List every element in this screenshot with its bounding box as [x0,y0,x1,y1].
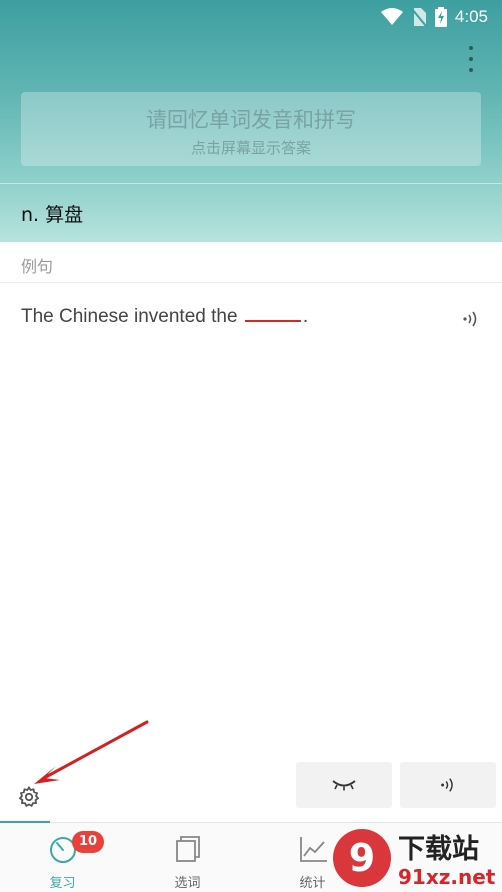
dot-icon [469,57,473,61]
header-divider [0,183,502,184]
stats-chart-icon [300,837,327,862]
nav-label-review: 复习 [49,876,76,891]
example-sentence: The Chinese invented the . [21,304,308,328]
sentence-text-before: The Chinese invented the [21,306,243,327]
eye-closed-icon [332,780,356,791]
recall-prompt-card[interactable]: 请回忆单词发音和拼写 点击屏幕显示答案 [21,92,481,166]
status-bar: 4:05 [0,0,502,34]
nav-item-review[interactable]: 10 复习 [0,823,125,892]
overflow-menu-button[interactable] [460,44,482,74]
play-pronunciation-button[interactable] [400,762,496,808]
no-sim-icon [411,8,427,27]
sentence-text-after: . [302,306,309,327]
dot-icon [469,46,473,50]
sentence-speaker-icon[interactable] [461,309,481,329]
watermark-logo-icon: 9 下载站 91xz.net [333,829,496,889]
site-watermark: 9 下载站 91xz.net [332,826,502,892]
nav-label-select-words: 选词 [174,876,201,891]
watermark-brand: 下载站 [398,834,479,865]
annotation-arrow-icon [34,720,149,784]
word-blank [244,304,301,322]
nav-item-select-words[interactable]: 选词 [125,823,250,892]
status-time: 4:05 [454,7,488,26]
speaker-icon [441,778,453,792]
section-divider [0,282,502,283]
watermark-logo-text: 9 [349,836,375,880]
hide-answer-button[interactable] [296,762,392,808]
word-definition: n. 算盘 [21,204,84,226]
dot-icon [469,68,473,72]
review-count-badge: 10 [72,831,105,853]
watermark-site: 91xz.net [398,865,496,889]
prompt-title: 请回忆单词发音和拼写 [146,108,356,132]
select-words-icon [176,836,200,862]
prompt-subtitle: 点击屏幕显示答案 [190,139,311,157]
battery-charging-icon [434,7,447,27]
wifi-icon [380,8,403,25]
settings-gear-icon[interactable] [17,785,41,809]
example-section-label: 例句 [21,257,54,276]
